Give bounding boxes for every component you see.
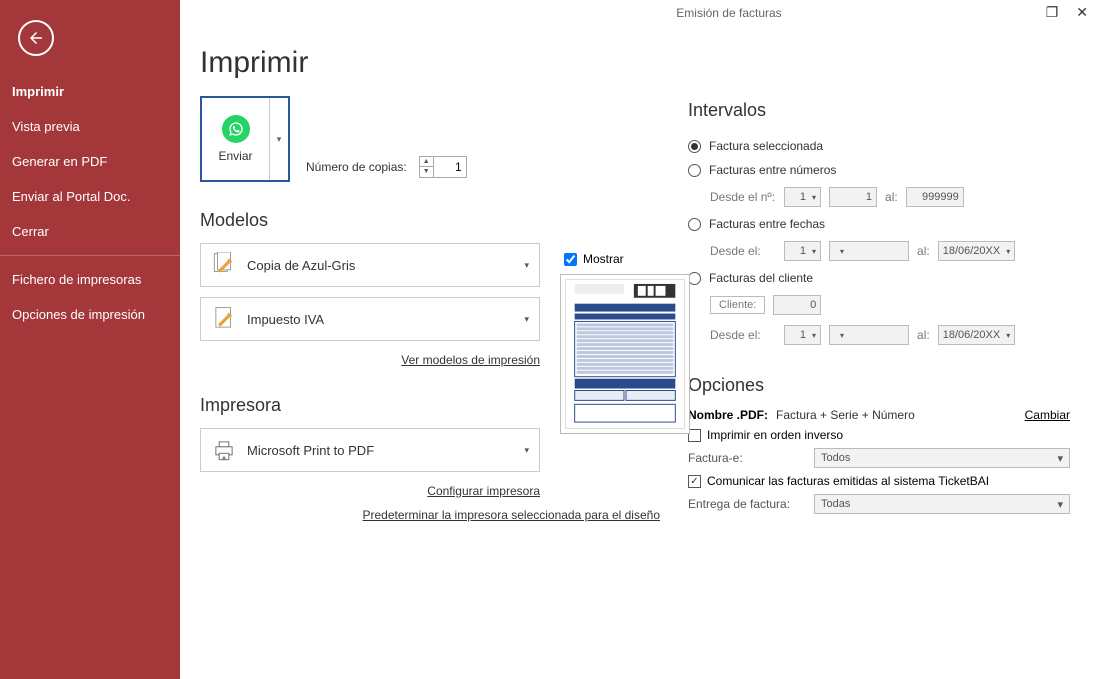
predeterminar-impresora-link[interactable]: Predeterminar la impresora seleccionada … [363, 508, 661, 522]
chevron-down-icon: ▾ [524, 445, 529, 456]
desde-num-label: Desde el nº: [710, 190, 776, 204]
sidebar-item-vista-previa[interactable]: Vista previa [0, 109, 180, 144]
invoice-preview [565, 279, 685, 429]
send-dropdown[interactable]: ▾ [270, 98, 288, 180]
radio-entre-numeros[interactable] [688, 164, 701, 177]
mostrar-label: Mostrar [583, 252, 624, 266]
model-2-label: Impuesto IVA [247, 312, 324, 327]
copies-spinner[interactable]: ▲▼ [420, 157, 434, 177]
desde-fecha-date[interactable]: ▾ [829, 241, 909, 261]
ver-modelos-link[interactable]: Ver modelos de impresión [401, 353, 540, 367]
radio-entre-fechas-label: Facturas entre fechas [709, 217, 825, 231]
sidebar-item-opciones-impresion[interactable]: Opciones de impresión [0, 297, 180, 332]
printer-label: Microsoft Print to PDF [247, 443, 374, 458]
cliente-desde-date[interactable]: ▾ [829, 325, 909, 345]
sidebar-item-generar-pdf[interactable]: Generar en PDF [0, 144, 180, 179]
sidebar-item-fichero-impresoras[interactable]: Fichero de impresoras [0, 262, 180, 297]
orden-inverso-label: Imprimir en orden inverso [707, 428, 843, 442]
preview-container[interactable] [560, 274, 690, 434]
radio-entre-fechas[interactable] [688, 218, 701, 231]
sidebar: Imprimir Vista previa Generar en PDF Env… [0, 0, 180, 679]
chevron-down-icon: ▾ [524, 314, 529, 325]
al-label: al: [885, 190, 898, 204]
hasta-num-input[interactable] [906, 187, 964, 207]
window-title: Emisión de facturas [360, 0, 1098, 26]
cambiar-link[interactable]: Cambiar [1025, 408, 1070, 422]
pdf-name-key: Nombre .PDF: [688, 408, 768, 422]
copies-input[interactable] [434, 160, 466, 174]
cliente-al-label: al: [917, 328, 930, 342]
printer-icon [211, 437, 237, 463]
ticketbai-checkbox[interactable] [688, 475, 701, 488]
radio-entre-numeros-label: Facturas entre números [709, 163, 836, 177]
mostrar-checkbox[interactable] [564, 253, 577, 266]
desde-fecha-label: Desde el: [710, 244, 776, 258]
opciones-heading: Opciones [688, 375, 1070, 396]
configurar-impresora-link[interactable]: Configurar impresora [427, 484, 540, 498]
facturae-label: Factura-e: [688, 451, 804, 465]
radio-cliente-label: Facturas del cliente [709, 271, 813, 285]
window-close-icon[interactable]: ✕ [1072, 4, 1092, 21]
entrega-combo[interactable]: Todas▾ [814, 494, 1070, 514]
sidebar-item-imprimir[interactable]: Imprimir [0, 74, 180, 109]
al-fecha-label: al: [917, 244, 930, 258]
whatsapp-icon [222, 115, 250, 143]
sidebar-item-enviar-portal[interactable]: Enviar al Portal Doc. [0, 179, 180, 214]
page-title: Imprimir [200, 46, 660, 80]
send-button[interactable]: Enviar [202, 98, 270, 180]
document-icon [211, 252, 237, 278]
cliente-desde-combo[interactable]: 1▾ [784, 325, 821, 345]
printer-selector[interactable]: Microsoft Print to PDF ▾ [200, 428, 540, 472]
desde-fecha-combo[interactable]: 1▾ [784, 241, 821, 261]
chevron-down-icon: ▾ [524, 260, 529, 271]
modelos-heading: Modelos [200, 210, 660, 231]
radio-factura-seleccionada-label: Factura seleccionada [709, 139, 823, 153]
facturae-combo[interactable]: Todos▾ [814, 448, 1070, 468]
desde-num-input[interactable] [829, 187, 877, 207]
desde-num-combo[interactable]: 1▾ [784, 187, 821, 207]
radio-factura-seleccionada[interactable] [688, 140, 701, 153]
pdf-name-value: Factura + Serie + Número [776, 408, 915, 422]
send-button-label: Enviar [218, 149, 252, 163]
model-2-selector[interactable]: Impuesto IVA ▾ [200, 297, 540, 341]
copies-label: Número de copias: [306, 160, 407, 174]
cliente-input[interactable] [773, 295, 821, 315]
back-button[interactable] [18, 20, 54, 56]
model-1-selector[interactable]: Copia de Azul-Gris ▾ [200, 243, 540, 287]
ticketbai-label: Comunicar las facturas emitidas al siste… [707, 474, 989, 488]
hasta-fecha-date[interactable]: 18/06/20XX▾ [938, 241, 1016, 261]
cliente-label: Cliente: [710, 296, 765, 314]
intervalos-heading: Intervalos [688, 100, 1070, 121]
send-split-button: Enviar ▾ [200, 96, 290, 182]
cliente-hasta-date[interactable]: 18/06/20XX▾ [938, 325, 1016, 345]
sidebar-divider [0, 255, 180, 256]
cliente-desde-label: Desde el: [710, 328, 776, 342]
window-restore-icon[interactable]: ❐ [1042, 4, 1063, 21]
sidebar-item-cerrar[interactable]: Cerrar [0, 214, 180, 249]
model-1-label: Copia de Azul-Gris [247, 258, 355, 273]
entrega-label: Entrega de factura: [688, 497, 804, 511]
document-icon [211, 306, 237, 332]
arrow-left-icon [27, 29, 45, 47]
